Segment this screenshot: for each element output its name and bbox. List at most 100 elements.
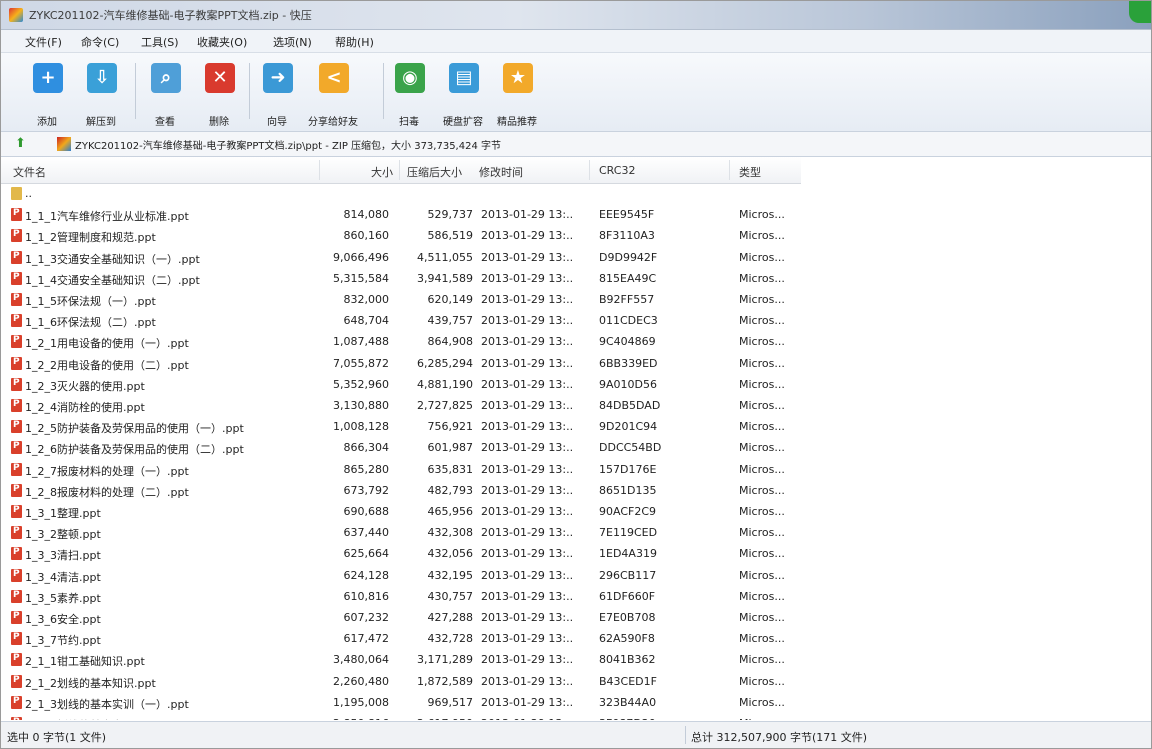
file-size: 648,704 [343, 314, 390, 327]
file-row[interactable]: 1_1_2管理制度和规范.ppt 860,160 586,519 2013-01-29… [1, 226, 801, 247]
view-icon: ⌕ [151, 63, 181, 93]
delete-button[interactable]: ✕ 删除 [191, 59, 247, 128]
menu-command[interactable]: 命令(C) [81, 34, 119, 50]
menu-options[interactable]: 选项(N) [273, 34, 312, 50]
file-size: 866,304 [343, 441, 390, 454]
file-crc32: 9D201C94 [599, 420, 658, 433]
file-modified: 2013-01-29 13:.. [481, 632, 574, 645]
file-packed-size: 432,056 [427, 547, 474, 560]
menu-help[interactable]: 帮助(H) [335, 34, 374, 50]
file-name: 1_1_4交通安全基础知识（二）.ppt [25, 274, 200, 287]
file-type: Micros... [739, 717, 799, 720]
column-name[interactable]: 文件名 [13, 164, 46, 180]
file-type: Micros... [739, 420, 785, 433]
file-size: 624,128 [343, 569, 390, 582]
file-modified: 2013-01-29 13:.. [481, 335, 574, 348]
file-name: 1_2_2用电设备的使用（二）.ppt [25, 359, 189, 372]
file-type: Micros... [739, 590, 785, 603]
file-crc32: 90ACF2C9 [599, 505, 657, 518]
file-row[interactable]: 1_2_8报废材料的处理（二）.ppt 673,792 482,793 2013-01… [1, 481, 801, 502]
file-row[interactable]: 2_1_3划线的基本实训（一）.ppt 1,195,008 969,517 2013-… [1, 693, 801, 714]
column-divider[interactable] [729, 160, 730, 180]
column-divider[interactable] [399, 160, 400, 180]
file-type: Micros... [739, 314, 785, 327]
file-row[interactable]: 1_3_3清扫.ppt 625,664 432,056 2013-01-29 13:.… [1, 544, 801, 565]
menu-bar: 文件(F) 命令(C) 工具(S) 收藏夹(O) 选项(N) 帮助(H) [1, 30, 1151, 53]
file-row[interactable]: 1_1_5环保法规（一）.ppt 832,000 620,149 2013-01-29… [1, 290, 801, 311]
extract-button[interactable]: ⇩ 解压到 [73, 59, 129, 128]
file-modified: 2013-01-29 13:.. [481, 505, 574, 518]
file-row[interactable]: 1_1_3交通安全基础知识（一）.ppt 9,066,496 4,511,055 20… [1, 248, 801, 269]
parent-folder-row[interactable]: .. [1, 184, 801, 205]
file-row[interactable]: 1_2_7报废材料的处理（一）.ppt 865,280 635,831 2013-01… [1, 460, 801, 481]
file-row[interactable]: 1_2_3灭火器的使用.ppt 5,352,960 4,881,190 2013-01… [1, 375, 801, 396]
column-header: 文件名 大小 压缩后大小 修改时间 CRC32 类型 [1, 157, 801, 184]
file-crc32: 8041B362 [599, 653, 656, 666]
column-crc32[interactable]: CRC32 [599, 164, 635, 177]
file-row[interactable]: 1_1_1汽车维修行业从业标准.ppt 814,080 529,737 2013-01… [1, 205, 801, 226]
add-button[interactable]: + 添加 [19, 59, 75, 128]
wizard-button[interactable]: ➜ 向导 [249, 59, 305, 128]
app-window: ZYKC201102-汽车维修基础-电子教案PPT文档.zip - 快压 文件(… [0, 0, 1152, 749]
file-packed-size: 3,941,589 [417, 272, 473, 285]
share-button[interactable]: < 分享给好友 [305, 59, 361, 128]
column-packed-size[interactable]: 压缩后大小 [407, 164, 462, 180]
view-button[interactable]: ⌕ 查看 [137, 59, 193, 128]
file-name: 1_2_4消防栓的使用.ppt [25, 401, 145, 414]
column-size[interactable]: 大小 [371, 164, 393, 180]
file-row[interactable]: 1_2_5防护装备及劳保用品的使用（一）.ppt 1,008,128 756,921… [1, 417, 801, 438]
file-row[interactable]: 1_3_4清洁.ppt 624,128 432,195 2013-01-29 13:.… [1, 566, 801, 587]
file-row[interactable]: 1_2_4消防栓的使用.ppt 3,130,880 2,727,825 2013-01… [1, 396, 801, 417]
menu-favorites[interactable]: 收藏夹(O) [197, 34, 247, 50]
file-modified: 2013-01-29 13:.. [481, 526, 574, 539]
file-size: 690,688 [343, 505, 390, 518]
up-folder-icon[interactable]: ⬆ [15, 137, 29, 151]
file-crc32: 8651D135 [599, 484, 657, 497]
file-crc32: 9C404869 [599, 335, 656, 348]
status-selected: 选中 0 字节(1 文件) [7, 731, 107, 744]
file-row[interactable]: 1_2_2用电设备的使用（二）.ppt 7,055,872 6,285,294 201… [1, 354, 801, 375]
file-packed-size: 439,757 [427, 314, 474, 327]
file-row[interactable]: 1_3_5素养.ppt 610,816 430,757 2013-01-29 13:.… [1, 587, 801, 608]
scan-button[interactable]: ◉ 扫毒 [381, 59, 437, 128]
window-control-icon[interactable] [1129, 1, 1151, 23]
file-type: Micros... [739, 208, 785, 221]
file-row[interactable]: 1_2_6防护装备及劳保用品的使用（二）.ppt 866,304 601,987 20… [1, 438, 801, 459]
file-row[interactable]: 1_3_6安全.ppt 607,232 427,288 2013-01-29 13:.… [1, 608, 801, 629]
column-type[interactable]: 类型 [739, 164, 761, 180]
folder-up-icon [11, 187, 22, 200]
file-packed-size: 864,908 [427, 335, 474, 348]
file-row[interactable]: 1_2_1用电设备的使用（一）.ppt 1,087,488 864,908 2013-… [1, 332, 801, 353]
file-type: Micros... [739, 272, 785, 285]
file-row[interactable]: 2_1_1钳工基础知识.ppt 3,480,064 3,171,289 2013-01… [1, 650, 801, 671]
address-bar[interactable]: ⬆ ZYKC201102-汽车维修基础-电子教案PPT文档.zip\ppt - … [1, 132, 1151, 157]
menu-tools[interactable]: 工具(S) [141, 34, 179, 50]
file-row[interactable]: 1_3_1整理.ppt 690,688 465,956 2013-01-29 13:.… [1, 502, 801, 523]
file-row[interactable]: 2_1_4划线的基本实训（二）.ppt 2,850,8162,617,950 201… [1, 714, 801, 720]
file-type: Micros... [739, 484, 785, 497]
ppt-file-icon [11, 208, 22, 221]
ppt-file-icon [11, 378, 22, 391]
column-divider[interactable] [319, 160, 320, 180]
menu-file[interactable]: 文件(F) [25, 34, 62, 50]
column-divider[interactable] [589, 160, 590, 180]
status-total: 总计 312,507,900 字节(171 文件) [691, 731, 868, 744]
recommend-button[interactable]: ★ 精品推荐 [489, 59, 545, 128]
file-packed-size: 482,793 [427, 484, 474, 497]
file-row[interactable]: 1_1_4交通安全基础知识（二）.ppt 5,315,584 3,941,589 20… [1, 269, 801, 290]
file-crc32: 84DB5DAD [599, 399, 661, 412]
file-crc32: 157D176E [599, 463, 657, 476]
file-name: 1_3_7节约.ppt [25, 634, 101, 647]
column-modified[interactable]: 修改时间 [479, 164, 523, 180]
file-row[interactable]: 1_1_6环保法规（二）.ppt 648,704 439,757 2013-01-29… [1, 311, 801, 332]
delete-label: 删除 [209, 117, 229, 128]
file-crc32: 9A010D56 [599, 378, 657, 391]
file-row[interactable]: 2_1_2划线的基本知识.ppt 2,260,480 1,872,589 2013-0… [1, 672, 801, 693]
ppt-file-icon [11, 675, 22, 688]
file-row[interactable]: 1_3_7节约.ppt 617,472 432,728 2013-01-29 13:.… [1, 629, 801, 650]
file-crc32: 8F3110A3 [599, 229, 655, 242]
file-packed-size: 4,881,190 [417, 378, 473, 391]
disk-expand-button[interactable]: ▤ 硬盘扩容 [435, 59, 491, 128]
file-name: 2_1_1钳工基础知识.ppt [25, 655, 145, 668]
file-row[interactable]: 1_3_2整顿.ppt 637,440 432,308 2013-01-29 13:.… [1, 523, 801, 544]
